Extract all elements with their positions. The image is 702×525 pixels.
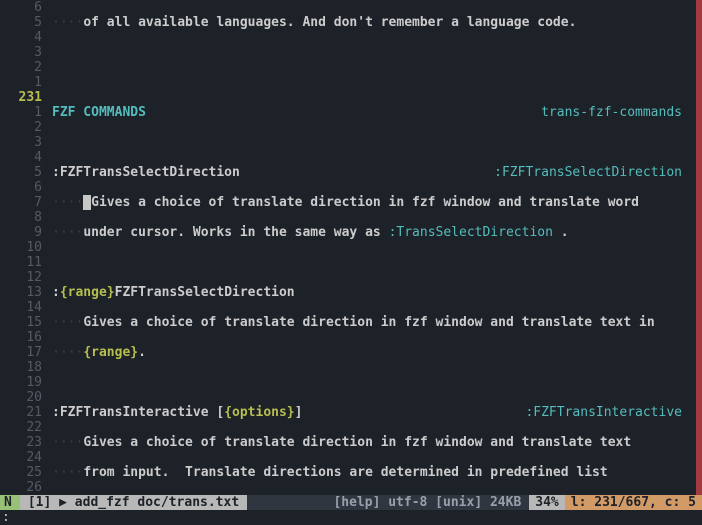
fileinfo-segment: [help] utf-8 [unix] 24KB <box>247 495 529 510</box>
text-line: ···· Gives a choice of translate directi… <box>52 195 696 210</box>
linenr: 25 <box>0 465 42 480</box>
linenr: 4 <box>0 30 42 45</box>
linenr: 2 <box>0 120 42 135</box>
code-area[interactable]: ····of all available languages. And don'… <box>48 0 702 495</box>
linenr: 19 <box>0 375 42 390</box>
linenr: 10 <box>0 240 42 255</box>
text-line: ····from input. Translate directions are… <box>52 465 696 480</box>
command-def: :FZFTransSelectDirection:FZFTransSelectD… <box>52 165 682 180</box>
command-line[interactable]: : <box>0 510 702 525</box>
file-segment: [1] ▶ add_fzf doc/trans.txt <box>20 495 247 510</box>
linenr: 21 <box>0 405 42 420</box>
mode-indicator: N <box>0 495 20 510</box>
linenr: 24 <box>0 450 42 465</box>
linenr: 6 <box>0 0 42 15</box>
linenr: 3 <box>0 135 42 150</box>
status-line: N [1] ▶ add_fzf doc/trans.txt [help] utf… <box>0 495 702 510</box>
linenr: 17 <box>0 345 42 360</box>
editor-viewport[interactable]: 6 5 4 3 2 1 231 1 2 3 4 5 6 7 8 9 10 11 … <box>0 0 702 495</box>
linenr: 7 <box>0 195 42 210</box>
linenr: 6 <box>0 180 42 195</box>
linenr: 22 <box>0 420 42 435</box>
linenr: 26 <box>0 480 42 495</box>
percent-segment: 34% <box>529 495 564 510</box>
blank-line <box>52 255 696 270</box>
linenr: 9 <box>0 225 42 240</box>
linenr: 15 <box>0 315 42 330</box>
command-def: :FZFTransInteractive [{options}]:FZFTran… <box>52 405 682 420</box>
linenr: 11 <box>0 255 42 270</box>
blank-line <box>52 135 696 150</box>
text-line: ····of all available languages. And don'… <box>52 15 696 30</box>
section-heading: FZF COMMANDStrans-fzf-commands <box>52 105 682 120</box>
text-line: ····under cursor. Works in the same way … <box>52 225 696 240</box>
linenr: 5 <box>0 165 42 180</box>
linenr: 12 <box>0 270 42 285</box>
linenr: 18 <box>0 360 42 375</box>
linenr: 16 <box>0 330 42 345</box>
linenr: 1 <box>0 75 42 90</box>
linenr: 5 <box>0 15 42 30</box>
linenr: 13 <box>0 285 42 300</box>
linenr: 1 <box>0 105 42 120</box>
linenr: 8 <box>0 210 42 225</box>
blank-line <box>52 75 696 90</box>
linenr: 4 <box>0 150 42 165</box>
position-segment: l: 231/667, c: 5 <box>565 495 702 510</box>
command-def: :{range}FZFTransSelectDirection <box>52 285 696 300</box>
linenr: 3 <box>0 45 42 60</box>
linenr: 2 <box>0 60 42 75</box>
text-line: ····{range}. <box>52 345 696 360</box>
blank-line <box>52 45 696 60</box>
current-linenr: 231 <box>0 90 42 105</box>
linenr: 14 <box>0 300 42 315</box>
linenr: 20 <box>0 390 42 405</box>
linenr: 23 <box>0 435 42 450</box>
text-line: ····Gives a choice of translate directio… <box>52 315 696 330</box>
line-number-gutter: 6 5 4 3 2 1 231 1 2 3 4 5 6 7 8 9 10 11 … <box>0 0 48 495</box>
blank-line <box>52 375 696 390</box>
text-line: ····Gives a choice of translate directio… <box>52 435 696 450</box>
